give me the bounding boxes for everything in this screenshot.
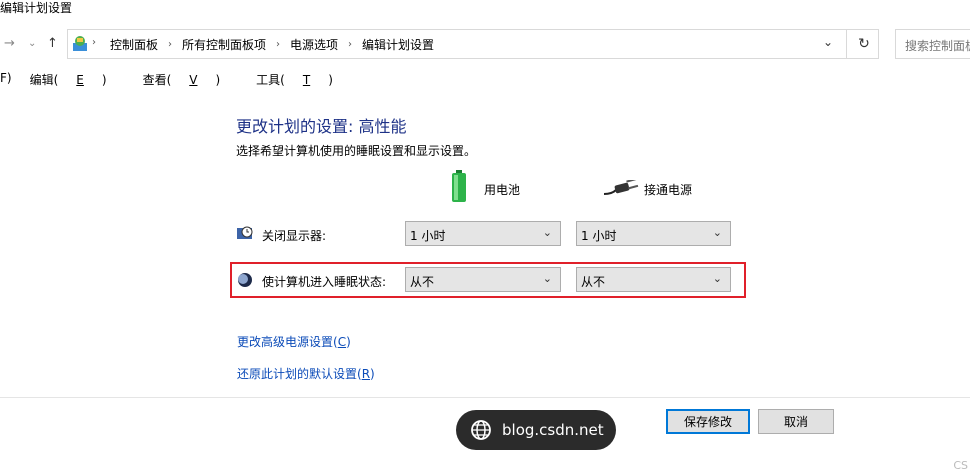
link-accesskey: C: [337, 335, 347, 349]
turn-off-display-label: 关闭显示器:: [262, 229, 327, 243]
link-accesskey: R: [361, 367, 371, 381]
menu-file[interactable]: F): [0, 71, 12, 88]
breadcrumb: 控制面板 › 所有控制面板项 › 电源选项 › 编辑计划设置: [110, 36, 434, 53]
display-battery-select[interactable]: 1 小时 ⌄: [405, 221, 561, 246]
cancel-button[interactable]: 取消: [758, 409, 834, 434]
chevron-down-icon: ⌄: [542, 226, 552, 239]
menu-view-label: 查看(: [142, 73, 172, 87]
menu-paren: ): [101, 73, 107, 87]
breadcrumb-item[interactable]: 电源选项: [290, 36, 338, 53]
watermark-badge: blog.csdn.net: [456, 410, 616, 450]
globe-icon: [471, 420, 491, 440]
select-value: 1 小时: [581, 229, 617, 243]
menu-tools-label: 工具(: [256, 73, 285, 87]
page-title: 更改计划的设置: 高性能: [236, 117, 407, 136]
sleep-moon-icon: [238, 273, 252, 287]
battery-icon: [452, 170, 466, 202]
restore-defaults-link[interactable]: 还原此计划的默认设置(R): [237, 365, 375, 382]
footer-divider: [0, 397, 970, 398]
breadcrumb-item[interactable]: 编辑计划设置: [362, 36, 434, 53]
display-plugged-select[interactable]: 1 小时 ⌄: [576, 221, 731, 246]
breadcrumb-chevron-icon: ›: [92, 37, 96, 48]
chevron-down-icon: ⌄: [712, 272, 722, 285]
link-label: 还原此计划的默认设置(: [237, 367, 362, 381]
page-subtitle: 选择希望计算机使用的睡眠设置和显示设置。: [236, 144, 477, 158]
display-timer-icon: [237, 226, 253, 239]
breadcrumb-chevron-icon: ›: [276, 39, 281, 50]
select-value: 从不: [410, 275, 435, 289]
link-paren: ): [346, 335, 351, 349]
link-paren: ): [370, 367, 375, 381]
up-arrow-icon[interactable]: ↑: [47, 36, 58, 51]
breadcrumb-item[interactable]: 所有控制面板项: [182, 36, 266, 53]
menu-paren: ): [215, 73, 221, 87]
power-plug-icon: [604, 180, 639, 195]
breadcrumb-chevron-icon: ›: [168, 39, 173, 50]
breadcrumb-item[interactable]: 控制面板: [110, 36, 158, 53]
menu-edit-accesskey: E: [76, 73, 84, 87]
menu-view-accesskey: V: [189, 73, 198, 87]
corner-watermark: CS: [953, 459, 968, 472]
chevron-down-icon: ⌄: [712, 226, 722, 239]
menu-bar: F) 编辑( E) 查看( V) 工具( T): [0, 71, 369, 88]
menu-tools[interactable]: 工具( T): [256, 71, 351, 88]
menu-view[interactable]: 查看( V): [143, 71, 239, 88]
menu-edit-label: 编辑(: [29, 73, 59, 87]
menu-paren: ): [328, 73, 333, 87]
advanced-power-settings-link[interactable]: 更改高级电源设置(C): [237, 333, 351, 350]
recent-dropdown-icon[interactable]: ⌄: [28, 38, 36, 49]
chevron-down-icon: ⌄: [542, 272, 552, 285]
watermark-text: blog.csdn.net: [502, 421, 604, 439]
save-changes-button[interactable]: 保存修改: [666, 409, 750, 434]
window-title: 编辑计划设置: [0, 1, 73, 15]
address-dropdown-icon[interactable]: ⌄: [823, 35, 833, 49]
refresh-icon[interactable]: ↻: [846, 29, 881, 59]
forward-arrow-icon[interactable]: →: [4, 36, 15, 51]
sleep-battery-select[interactable]: 从不 ⌄: [405, 267, 561, 292]
select-value: 1 小时: [410, 229, 446, 243]
plugged-column-label: 接通电源: [644, 183, 693, 197]
link-label: 更改高级电源设置(: [237, 335, 338, 349]
control-panel-icon: [73, 36, 87, 51]
menu-edit[interactable]: 编辑( E): [30, 71, 125, 88]
breadcrumb-chevron-icon: ›: [348, 39, 353, 50]
battery-column-label: 用电池: [484, 183, 521, 197]
menu-tools-accesskey: T: [302, 73, 311, 87]
search-input[interactable]: 搜索控制面板: [895, 29, 970, 59]
select-value: 从不: [581, 275, 606, 289]
sleep-plugged-select[interactable]: 从不 ⌄: [576, 267, 731, 292]
sleep-label: 使计算机进入睡眠状态:: [262, 275, 387, 289]
